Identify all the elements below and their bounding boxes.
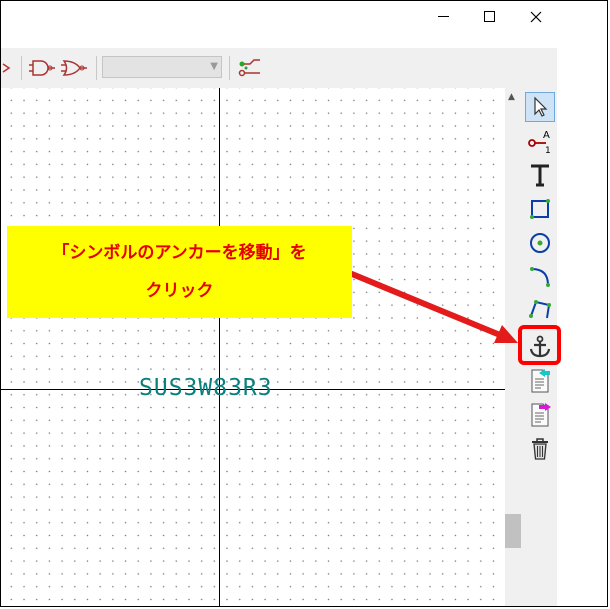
instruction-line-1: 「シンボルのアンカーを移動」を bbox=[52, 243, 307, 263]
instruction-line-2: クリック bbox=[145, 281, 214, 301]
instruction-callout: 「シンボルのアンカーを移動」を クリック bbox=[7, 226, 352, 318]
